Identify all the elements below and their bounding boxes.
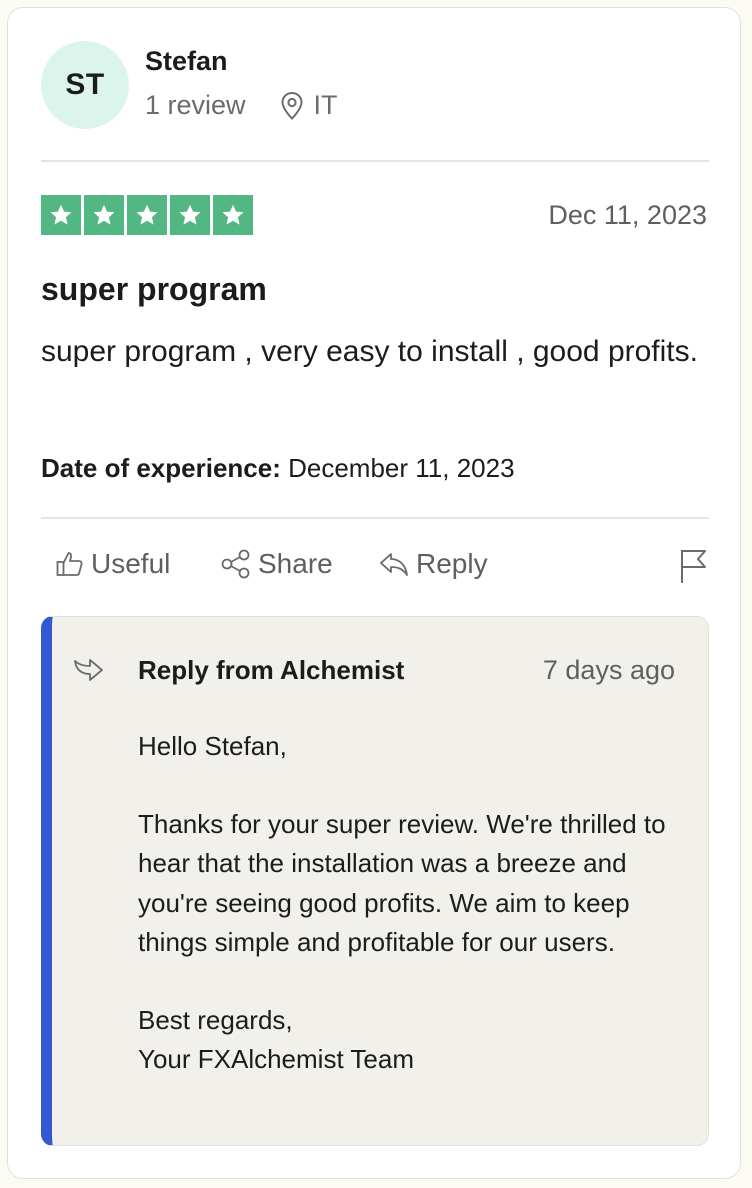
reviewer-country: IT [313,90,338,120]
flag-icon [678,548,708,584]
reply-signoff: Best regards, [138,1004,293,1035]
reviewer-meta: 1 review IT [145,90,338,121]
thumbs-up-icon [55,549,85,579]
reply-date: 7 days ago [542,655,675,685]
date-of-experience: Date of experience: December 11, 2023 [41,453,515,484]
star-icon [213,195,253,235]
review-card: ST Stefan 1 review IT Dec 11, 2023 super… [7,7,741,1179]
share-button[interactable]: Share [220,548,333,580]
experience-label: Date of experience: [41,453,281,483]
reply-label: Reply [416,548,488,579]
reply-signature: Your FXAlchemist Team [138,1044,415,1074]
reviewer-name[interactable]: Stefan [145,46,228,77]
map-pin-icon [280,91,304,121]
reply-body: Hello Stefan, Thanks for your super revi… [138,727,698,1080]
star-rating [41,195,253,235]
review-actions: Useful Share Reply [41,548,709,588]
star-icon [41,195,81,235]
reply-arrow-icon [378,549,410,579]
useful-button[interactable]: Useful [55,548,170,580]
company-reply: Reply from Alchemist 7 days ago Hello St… [41,616,709,1146]
review-text: super program , very easy to install , g… [41,335,698,368]
actions-divider [41,517,709,519]
star-icon [170,195,210,235]
review-count: 1 review [145,90,246,120]
reply-greeting: Hello Stefan, [138,731,287,761]
useful-label: Useful [91,548,171,579]
review-date: Dec 11, 2023 [548,200,707,230]
star-icon [127,195,167,235]
reply-arrow-icon [72,655,106,690]
avatar[interactable]: ST [41,41,129,129]
report-button[interactable] [678,548,714,584]
share-label: Share [258,548,333,579]
star-icon [84,195,124,235]
experience-date: December 11, 2023 [288,453,515,483]
reply-from: Reply from Alchemist [138,655,405,685]
header-divider [41,160,709,162]
reply-message: Thanks for your super review. We're thri… [138,808,666,958]
review-title[interactable]: super program [41,271,267,308]
share-icon [220,549,252,579]
reply-button[interactable]: Reply [378,548,488,580]
